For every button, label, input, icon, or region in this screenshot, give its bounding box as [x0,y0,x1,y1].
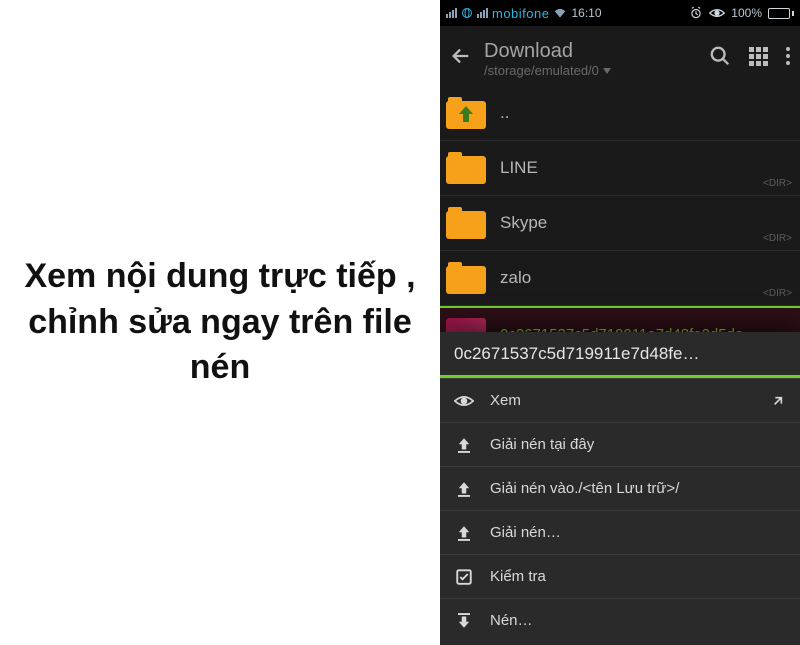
dir-tag: <DIR> [763,233,792,244]
time-label: 16:10 [571,6,601,20]
context-menu-sheet: 0c2671537c5d719911e7d48fe… Xem Giải nén … [440,332,800,645]
open-external-icon [770,393,786,409]
menu-item-compress[interactable]: Nén… [440,598,800,642]
dir-tag: <DIR> [763,178,792,189]
folder-icon [446,152,486,184]
more-button[interactable] [786,47,790,65]
file-name: LINE [500,158,790,178]
menu-label: Giải nén… [490,524,786,541]
alarm-icon [689,6,703,20]
sheet-title: 0c2671537c5d719911e7d48fe… [440,332,800,378]
header-title: Download [484,39,697,63]
eye-icon [454,394,474,408]
check-icon [454,568,474,586]
menu-item-extract[interactable]: Giải nén… [440,510,800,554]
view-grid-button[interactable] [749,47,768,66]
phone-screen: mobifone 16:10 100% Download [440,0,800,645]
folder-icon [446,262,486,294]
app-header: Download /storage/emulated/0 [440,26,800,86]
wifi-icon [553,7,567,19]
promo-caption: Xem nội dung trực tiếp , chỉnh sửa ngay … [20,254,420,392]
menu-item-extract-to[interactable]: Giải nén vào./<tên Lưu trữ>/ [440,466,800,510]
file-name: .. [500,103,790,123]
extract-icon [454,436,474,454]
battery-icon [768,8,794,19]
menu-label: Giải nén vào./<tên Lưu trữ>/ [490,480,786,497]
carrier-label: mobifone [492,6,549,21]
chevron-down-icon [603,68,611,74]
sim-icon [461,7,473,19]
file-row[interactable]: zalo <DIR> [440,251,800,306]
menu-item-view[interactable]: Xem [440,378,800,422]
back-button[interactable] [450,45,472,67]
file-row[interactable]: LINE <DIR> [440,141,800,196]
file-row-up[interactable]: .. [440,86,800,141]
menu-label: Giải nén tại đây [490,436,786,453]
file-list: .. LINE <DIR> Skype <DIR> zalo <DIR> 0c2… [440,86,800,361]
extract-icon [454,524,474,542]
battery-pct: 100% [731,6,762,20]
eye-status-icon [709,7,725,19]
header-path: /storage/emulated/0 [484,63,697,79]
header-title-area[interactable]: Download /storage/emulated/0 [484,33,697,79]
menu-label: Xem [490,392,754,409]
folder-up-icon [446,97,486,129]
signal-icon-2 [477,8,488,18]
status-bar: mobifone 16:10 100% [440,0,800,26]
extract-icon [454,480,474,498]
signal-icon [446,8,457,18]
menu-item-test[interactable]: Kiểm tra [440,554,800,598]
file-row[interactable]: Skype <DIR> [440,196,800,251]
file-name: Skype [500,213,790,233]
compress-icon [454,612,474,630]
search-button[interactable] [709,45,731,67]
menu-label: Nén… [490,612,786,629]
dir-tag: <DIR> [763,288,792,299]
menu-label: Kiểm tra [490,568,786,585]
file-name: zalo [500,268,790,288]
folder-icon [446,207,486,239]
menu-item-extract-here[interactable]: Giải nén tại đây [440,422,800,466]
